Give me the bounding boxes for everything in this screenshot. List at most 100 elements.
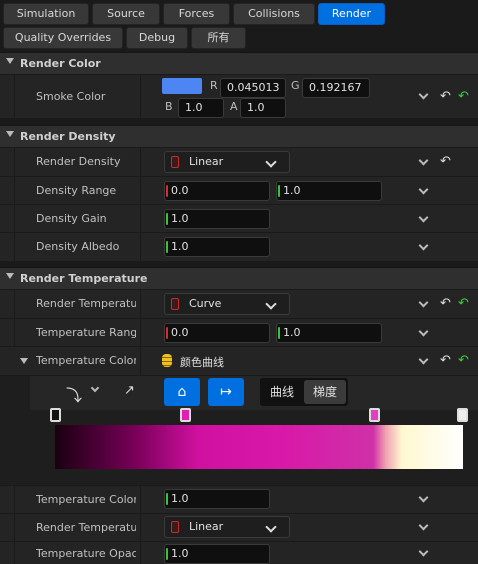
b-channel-label: B bbox=[165, 100, 173, 113]
color-swatch[interactable] bbox=[162, 78, 202, 94]
property-row-temperature-range: Temperature Range 0.0 1.0 bbox=[0, 318, 478, 346]
tab-simulation[interactable]: Simulation bbox=[3, 3, 89, 25]
temperature-range-max-field[interactable]: 1.0 bbox=[276, 323, 382, 343]
gradient-stop-white[interactable] bbox=[457, 408, 468, 422]
property-label: Render Density bbox=[36, 155, 121, 168]
expand-chevron-icon[interactable] bbox=[418, 184, 429, 195]
property-label: Temperature Range bbox=[36, 326, 136, 339]
reset-green-icon[interactable]: ↶ bbox=[458, 354, 469, 368]
fit-horizontal-button[interactable]: ⌂ bbox=[164, 378, 200, 406]
channel-icon bbox=[171, 521, 179, 533]
expand-chevron-icon[interactable] bbox=[418, 297, 429, 308]
tab-source[interactable]: Source bbox=[92, 3, 160, 25]
property-row-density-albedo: Density Albedo 1.0 bbox=[0, 232, 478, 261]
section-render-density[interactable]: Render Density bbox=[0, 125, 478, 147]
property-label: Render Temperature Opacity bbox=[36, 521, 136, 534]
fit-vertical-button[interactable]: ↦ bbox=[208, 378, 244, 406]
property-row-render-temperature: Render Temperature Curve ↶ ↶ bbox=[0, 289, 478, 318]
section-render-color[interactable]: Render Color bbox=[0, 52, 478, 74]
reset-to-default-icon[interactable]: ↶ bbox=[440, 354, 451, 368]
section-header-label: Render Color bbox=[20, 57, 101, 70]
tab-render[interactable]: Render bbox=[318, 3, 385, 25]
section-header-label: Render Density bbox=[20, 130, 116, 143]
property-label: Temperature Color Gain bbox=[36, 493, 136, 506]
expand-chevron-icon[interactable] bbox=[418, 89, 429, 100]
collapse-chevron-icon[interactable] bbox=[6, 131, 14, 137]
expand-chevron-icon[interactable] bbox=[418, 240, 429, 251]
expand-chevron-icon[interactable] bbox=[418, 546, 429, 557]
property-label: Density Range bbox=[36, 184, 117, 197]
toolbar-strip bbox=[30, 376, 478, 410]
gradient-stop-magenta[interactable] bbox=[180, 408, 191, 422]
collapse-chevron-icon[interactable] bbox=[6, 273, 14, 279]
render-density-dropdown[interactable]: Linear bbox=[164, 151, 290, 173]
density-albedo-field[interactable]: 1.0 bbox=[164, 237, 270, 257]
property-row-density-range: Density Range 0.0 1.0 bbox=[0, 176, 478, 204]
expand-chevron-icon[interactable] bbox=[418, 212, 429, 223]
chevron-down-icon bbox=[265, 156, 277, 168]
expand-triangle-icon[interactable] bbox=[20, 358, 28, 364]
density-range-max-field[interactable]: 1.0 bbox=[276, 181, 382, 201]
expand-chevron-icon[interactable] bbox=[418, 520, 429, 531]
section-header-label: Render Temperature bbox=[20, 272, 148, 285]
density-range-min-field[interactable]: 0.0 bbox=[164, 181, 270, 201]
chevron-down-icon bbox=[265, 298, 277, 310]
a-channel-field[interactable]: 1.0 bbox=[240, 98, 286, 118]
channel-icon bbox=[171, 156, 179, 168]
r-channel-label: R bbox=[210, 79, 218, 92]
gradient-preview[interactable] bbox=[55, 425, 463, 469]
property-label: Temperature Color Curve bbox=[36, 354, 136, 367]
temperature-opacity-field[interactable]: 1.0 bbox=[164, 544, 270, 564]
temperature-color-gain-field[interactable]: 1.0 bbox=[164, 489, 270, 509]
property-row-temperature-color-curve: Temperature Color Curve 颜色曲线 ↶ ↶ bbox=[0, 346, 478, 375]
g-channel-label: G bbox=[291, 79, 300, 92]
seg-gradient[interactable]: 梯度 bbox=[304, 380, 346, 404]
reset-to-default-icon[interactable]: ↶ bbox=[440, 155, 451, 169]
density-gain-field[interactable]: 1.0 bbox=[164, 209, 270, 229]
chevron-down-icon bbox=[265, 521, 277, 533]
reset-to-default-icon[interactable]: ↶ bbox=[440, 90, 451, 104]
render-temperature-dropdown[interactable]: Curve bbox=[164, 293, 290, 315]
property-label: Temperature Opacity bbox=[36, 547, 136, 560]
gradient-stop-pink[interactable] bbox=[369, 408, 380, 422]
tab-all[interactable]: 所有 bbox=[191, 27, 246, 49]
curve-asset-name[interactable]: 颜色曲线 bbox=[180, 354, 224, 370]
expand-chevron-icon[interactable] bbox=[418, 326, 429, 337]
curve-editor-panel: ⤵ ↗ ⌂ ↦ 曲线 梯度 bbox=[0, 375, 478, 486]
open-external-icon[interactable]: ↗ bbox=[124, 383, 135, 398]
section-render-temperature[interactable]: Render Temperature bbox=[0, 267, 478, 289]
collapse-chevron-icon[interactable] bbox=[6, 58, 14, 64]
property-label: Density Gain bbox=[36, 212, 107, 225]
reset-green-icon[interactable]: ↶ bbox=[458, 90, 469, 104]
a-channel-label: A bbox=[230, 100, 238, 113]
property-label: Render Temperature bbox=[36, 297, 136, 310]
property-label: Smoke Color bbox=[36, 90, 106, 103]
reset-green-icon[interactable]: ↶ bbox=[458, 297, 469, 311]
property-row-temperature-opacity: Temperature Opacity 1.0 bbox=[0, 541, 478, 564]
property-row-density-gain: Density Gain 1.0 bbox=[0, 204, 478, 232]
property-label: Density Albedo bbox=[36, 240, 120, 253]
tab-debug[interactable]: Debug bbox=[126, 27, 188, 49]
property-row-render-temperature-opacity: Render Temperature Opacity Linear bbox=[0, 513, 478, 541]
reset-to-default-icon[interactable]: ↶ bbox=[440, 297, 451, 311]
gradient-stop-black[interactable] bbox=[50, 408, 61, 422]
expand-chevron-icon[interactable] bbox=[418, 354, 429, 365]
property-row-render-density: Render Density Linear ↶ bbox=[0, 147, 478, 176]
tab-forces[interactable]: Forces bbox=[163, 3, 230, 25]
curve-asset-icon bbox=[162, 354, 172, 367]
g-channel-field[interactable]: 0.192167 bbox=[302, 78, 370, 98]
expand-chevron-icon[interactable] bbox=[418, 492, 429, 503]
expand-chevron-icon[interactable] bbox=[418, 155, 429, 166]
channel-icon bbox=[171, 298, 179, 310]
render-temperature-opacity-dropdown[interactable]: Linear bbox=[164, 516, 290, 538]
tab-quality-overrides[interactable]: Quality Overrides bbox=[3, 27, 123, 49]
r-channel-field[interactable]: 0.045013 bbox=[220, 78, 286, 98]
view-mode-toggle: 曲线 梯度 bbox=[260, 378, 348, 406]
import-arrow-icon[interactable]: ⤵ bbox=[66, 382, 82, 406]
property-row-temperature-color-gain: Temperature Color Gain 1.0 bbox=[0, 485, 478, 513]
property-row-smoke-color: Smoke Color R 0.045013 G 0.192167 B 1.0 … bbox=[0, 74, 478, 118]
tab-collisions[interactable]: Collisions bbox=[233, 3, 315, 25]
temperature-range-min-field[interactable]: 0.0 bbox=[164, 323, 270, 343]
seg-curve[interactable]: 曲线 bbox=[262, 380, 302, 404]
b-channel-field[interactable]: 1.0 bbox=[178, 98, 224, 118]
